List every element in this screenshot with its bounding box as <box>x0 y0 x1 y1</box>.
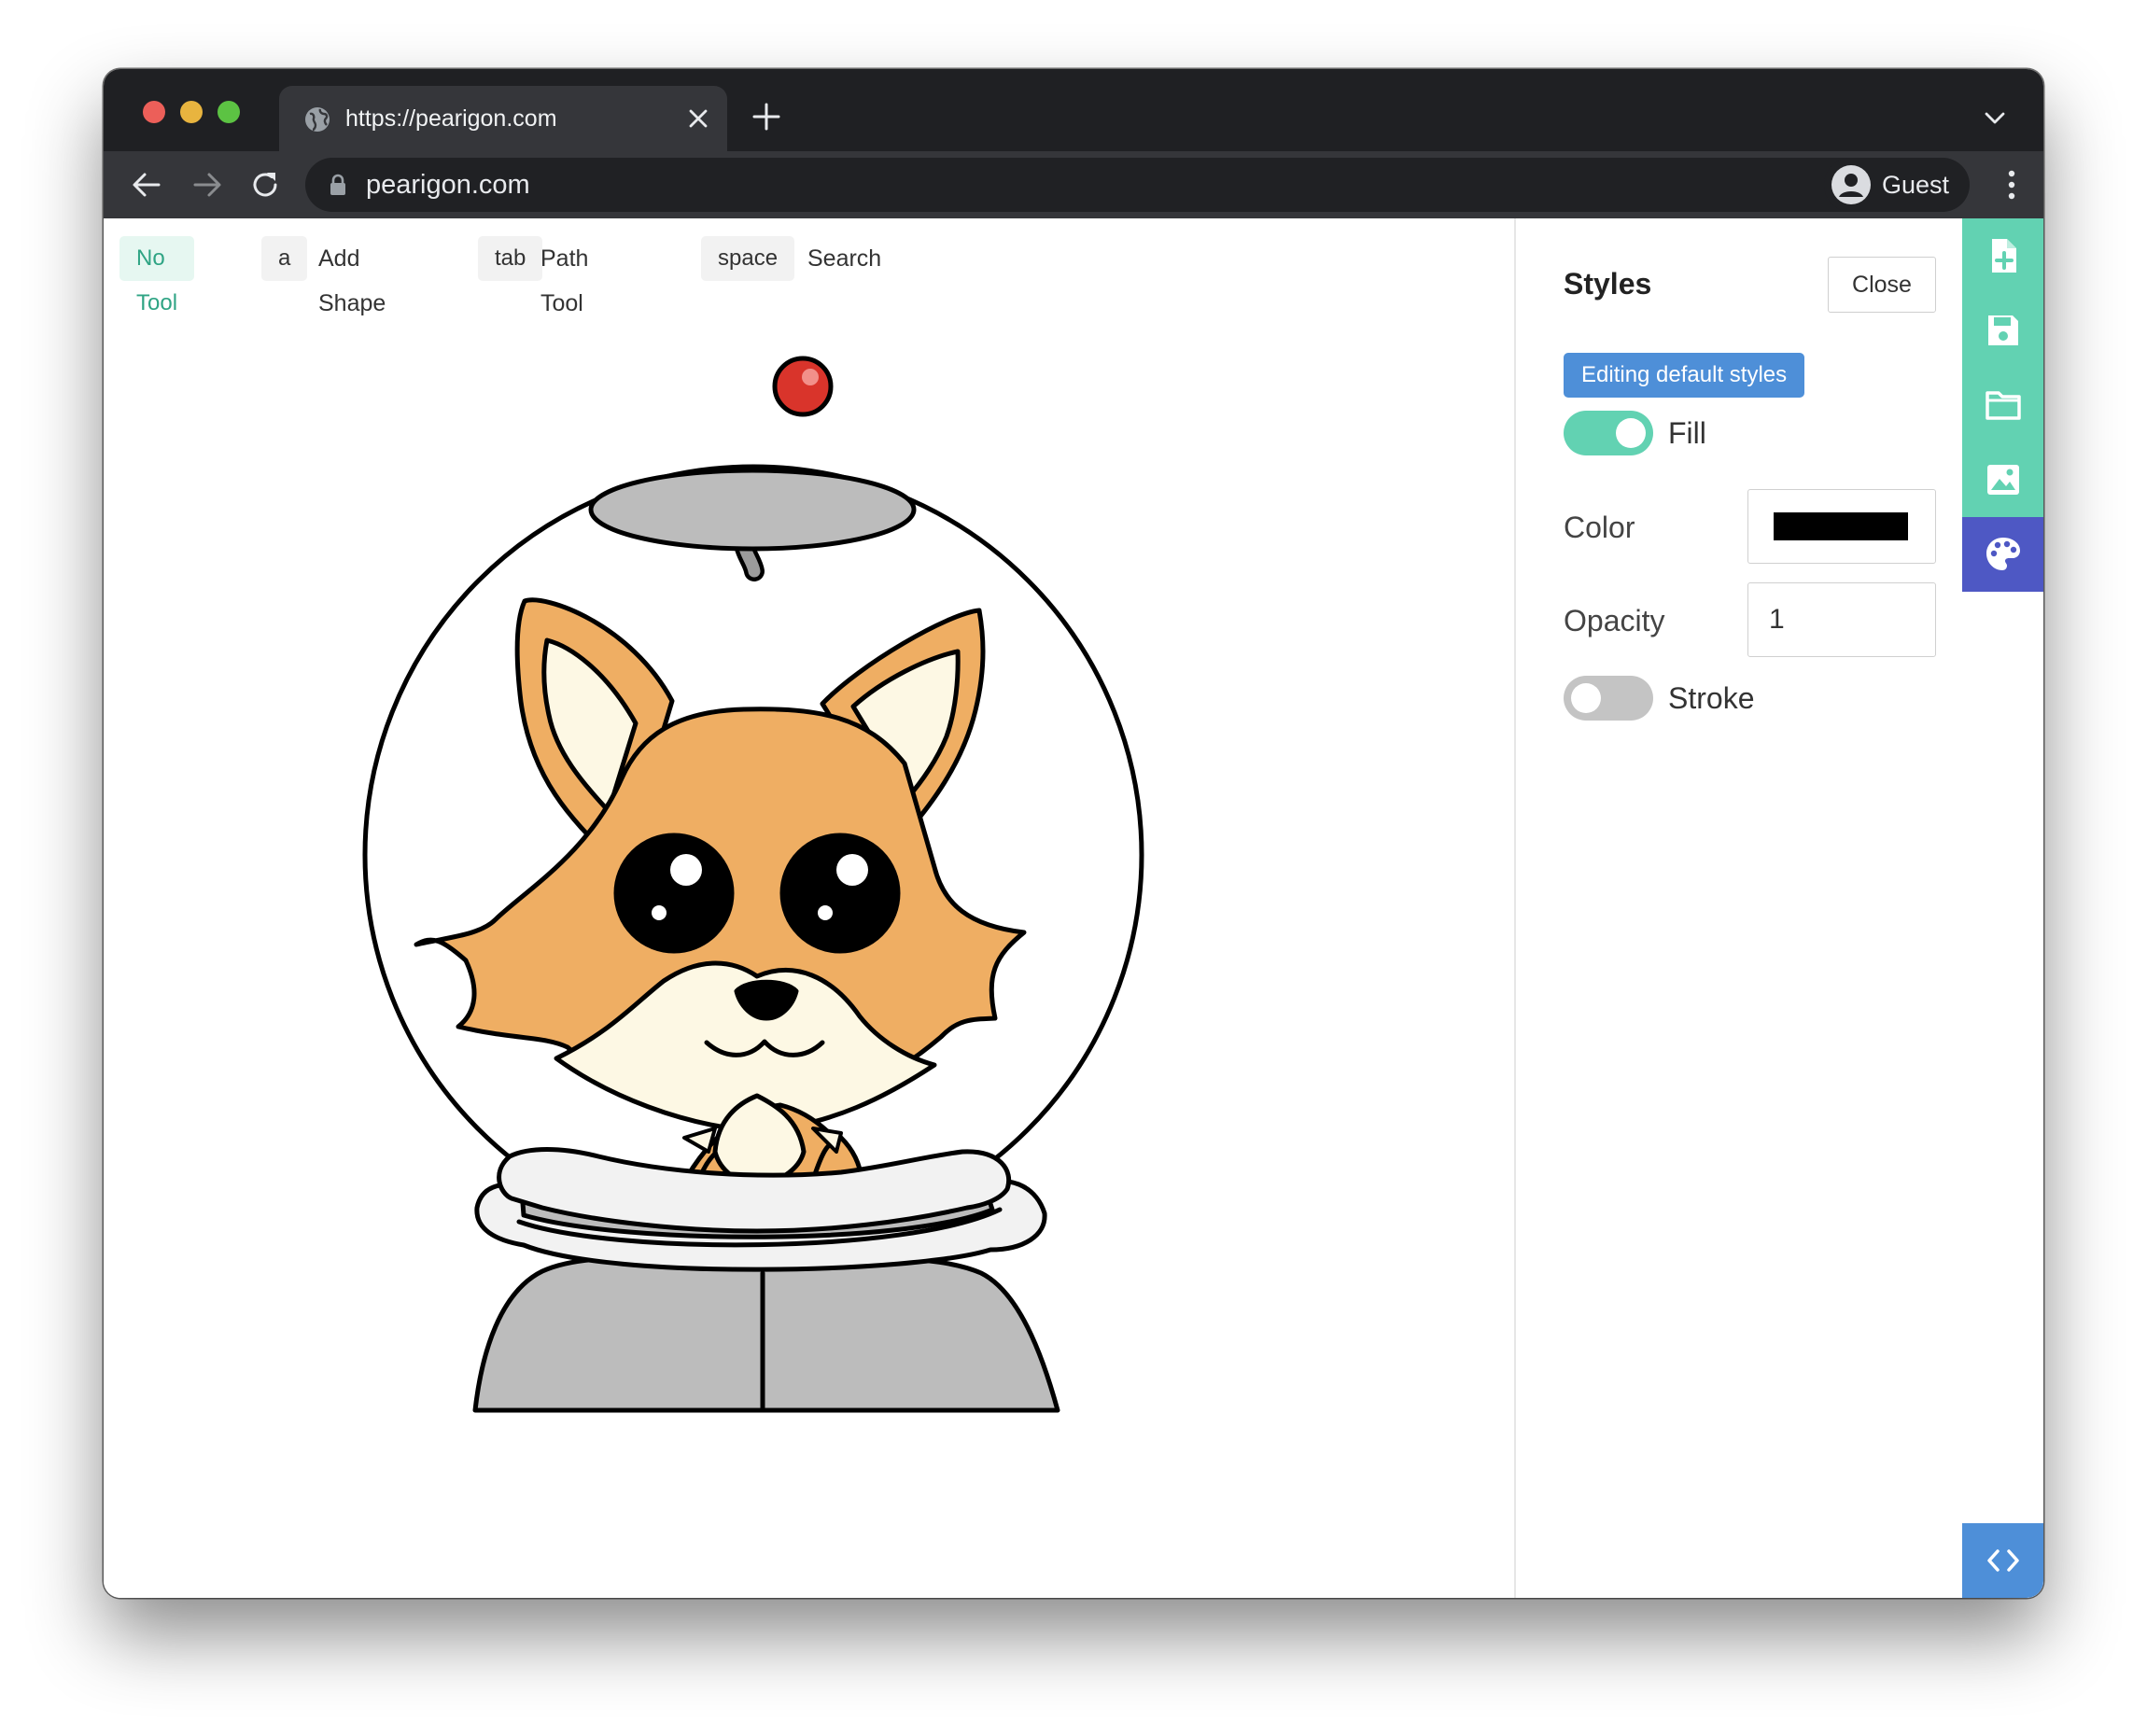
fill-toggle-knob <box>1616 418 1646 448</box>
url-text[interactable]: pearigon.com <box>366 158 530 212</box>
address-bar[interactable]: pearigon.com <box>305 158 1908 212</box>
search-label: Search <box>807 245 882 272</box>
profile-name: Guest <box>1882 171 1950 199</box>
styles-panel: Styles Close Editing default styles Fill… <box>1516 218 1962 1598</box>
lock-icon[interactable] <box>330 174 346 196</box>
right-eye <box>779 833 901 954</box>
styles-button[interactable] <box>1962 517 2043 592</box>
new-file-icon <box>1992 239 2016 273</box>
color-picker[interactable] <box>1747 489 1936 564</box>
reload-icon[interactable] <box>248 168 282 202</box>
avatar-icon <box>1831 165 1871 204</box>
toggle-code-button[interactable] <box>1962 1523 2043 1598</box>
save-button[interactable] <box>1962 293 2043 368</box>
color-swatch <box>1774 512 1908 540</box>
back-arrow-icon[interactable] <box>130 168 163 202</box>
drawing-canvas[interactable] <box>104 218 1514 1598</box>
helmet-top <box>588 468 917 552</box>
fill-label: Fill <box>1668 416 1706 450</box>
more-menu-icon[interactable] <box>2006 168 2017 202</box>
close-tab-icon[interactable] <box>686 106 710 131</box>
fill-toggle[interactable] <box>1564 411 1653 455</box>
app-content: No Tool a Add Shape tab Path Tool space … <box>104 218 2043 1598</box>
add-shape-key: a <box>261 236 308 281</box>
tab-strip: https://pearigon.com <box>104 69 2043 151</box>
open-folder-button[interactable] <box>1962 368 2043 442</box>
profile-button[interactable]: Guest <box>1824 158 1970 212</box>
opacity-value: 1 <box>1769 604 1785 635</box>
close-window-button[interactable] <box>143 101 165 123</box>
path-tool-key: tab <box>478 236 543 281</box>
minimize-window-button[interactable] <box>180 101 203 123</box>
suit-body <box>472 1255 1060 1413</box>
globe-icon <box>305 107 330 132</box>
image-icon <box>1987 465 2019 495</box>
opacity-input[interactable]: 1 <box>1747 582 1936 657</box>
save-icon <box>1988 315 2018 345</box>
left-eye <box>613 833 735 954</box>
fox-astronaut-drawing[interactable] <box>104 218 1514 1598</box>
browser-toolbar: pearigon.com Guest <box>104 151 2043 218</box>
no-tool-chip[interactable]: No Tool <box>119 236 195 315</box>
tab-title: https://pearigon.com <box>345 105 557 132</box>
icon-sidebar <box>1962 218 2043 1598</box>
editing-mode-badge: Editing default styles <box>1564 353 1805 398</box>
opacity-label: Opacity <box>1564 604 1665 637</box>
palette-icon <box>1986 538 2020 570</box>
panel-title: Styles <box>1564 267 1652 301</box>
path-tool-label: Path Tool <box>540 245 589 316</box>
chevron-down-icon[interactable] <box>1982 106 2008 129</box>
maximize-window-button[interactable] <box>218 101 240 123</box>
color-label: Color <box>1564 511 1635 544</box>
search-key: space <box>701 236 795 281</box>
add-shape-label: Add Shape <box>318 245 386 316</box>
folder-icon <box>1986 391 2021 420</box>
stroke-toggle[interactable] <box>1564 676 1653 721</box>
browser-window: https://pearigon.com pearigon.com Guest … <box>104 69 2043 1598</box>
browser-tab[interactable]: https://pearigon.com <box>279 86 727 151</box>
code-icon <box>1987 1549 2019 1572</box>
stroke-toggle-knob <box>1571 683 1601 713</box>
new-file-button[interactable] <box>1962 218 2043 293</box>
antenna-ball <box>772 356 834 417</box>
forward-arrow-icon[interactable] <box>190 168 224 202</box>
close-button[interactable]: Close <box>1828 257 1936 313</box>
export-image-button[interactable] <box>1962 442 2043 517</box>
new-tab-icon[interactable] <box>751 102 781 132</box>
stroke-label: Stroke <box>1668 681 1755 715</box>
